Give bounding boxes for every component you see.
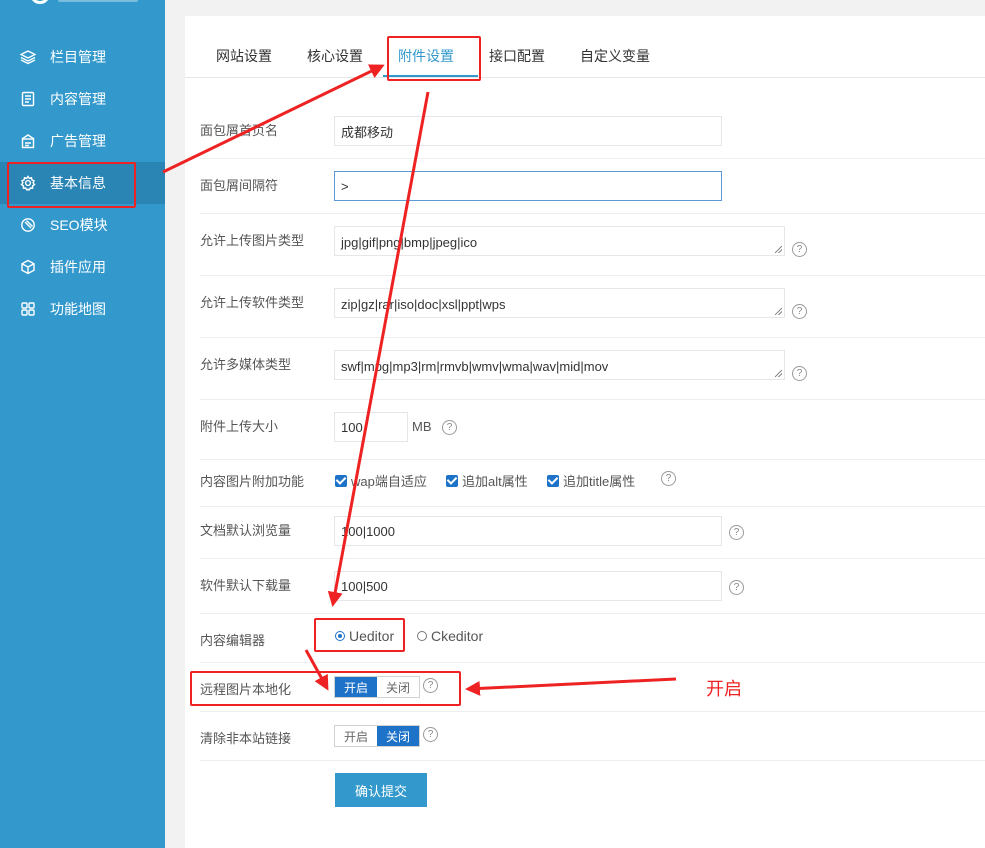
logo-icon [30, 0, 50, 4]
checkbox-title-attr[interactable]: 追加title属性 [547, 471, 635, 490]
layers-icon [20, 50, 36, 65]
sidebar-item-function-map[interactable]: 功能地图 [0, 288, 165, 330]
resize-handle-icon[interactable] [775, 308, 782, 315]
upload-size-unit: MB [412, 419, 432, 434]
row-divider [200, 213, 985, 214]
annotation-highlight-editor [314, 618, 405, 652]
grid-icon [21, 302, 35, 316]
row-divider [200, 275, 985, 276]
annotation-highlight-sidebar [7, 162, 136, 208]
checkbox-alt-attr[interactable]: 追加alt属性 [446, 471, 528, 490]
soft-types-textarea[interactable]: zip|gz|rar|iso|doc|xsl|ppt|wps [334, 288, 785, 318]
checkbox-label: wap端自适应 [351, 474, 427, 489]
row-divider [200, 711, 985, 712]
soft-types-label: 允许上传软件类型 [200, 295, 305, 310]
breadcrumb-home-label: 面包屑首页名 [200, 123, 279, 138]
sidebar-item-label: 内容管理 [50, 91, 106, 107]
tab-api-config[interactable]: 接口配置 [489, 46, 545, 66]
radio-unselected-icon [417, 631, 427, 641]
sidebar-item-label: 功能地图 [50, 301, 106, 317]
checkbox-checked-icon [335, 474, 347, 487]
row-divider [200, 399, 985, 400]
help-icon[interactable]: ? [442, 420, 457, 435]
annotation-highlight-remote-img [190, 671, 461, 706]
img-types-textarea[interactable]: jpg|gif|png|bmp|jpeg|ico [334, 226, 785, 256]
help-icon[interactable]: ? [661, 471, 676, 486]
media-types-textarea[interactable]: swf|mpg|mp3|rm|rmvb|wmv|wma|wav|mid|mov [334, 350, 785, 380]
img-types-value: jpg|gif|png|bmp|jpeg|ico [341, 235, 478, 250]
row-divider [200, 459, 985, 460]
row-divider [200, 158, 985, 159]
upload-size-label: 附件上传大小 [200, 419, 279, 434]
checkbox-checked-icon [446, 474, 458, 487]
default-downloads-label: 软件默认下载量 [200, 578, 292, 593]
help-icon[interactable]: ? [423, 727, 438, 742]
checkbox-label: 追加title属性 [563, 474, 636, 489]
checkbox-wap-adapt[interactable]: wap端自适应 [335, 471, 427, 490]
submit-button[interactable]: 确认提交 [335, 773, 427, 807]
checkbox-label: 追加alt属性 [462, 474, 528, 489]
radio-label: Ckeditor [431, 628, 484, 644]
default-views-label: 文档默认浏览量 [200, 523, 292, 538]
sidebar-item-ads[interactable]: 广告管理 [0, 120, 165, 162]
row-divider [200, 613, 985, 614]
sidebar-item-content[interactable]: 内容管理 [0, 78, 165, 120]
ad-icon [21, 134, 35, 149]
default-downloads-input[interactable]: 100|500 [334, 571, 722, 601]
resize-handle-icon[interactable] [775, 246, 782, 253]
row-divider [200, 506, 985, 507]
radio-ckeditor[interactable]: Ckeditor [417, 628, 483, 644]
annotation-highlight-tab [387, 36, 481, 81]
tab-site-settings[interactable]: 网站设置 [216, 46, 272, 66]
sidebar-item-label: SEO模块 [50, 217, 108, 233]
clear-links-off-option[interactable]: 关闭 [377, 726, 419, 746]
clear-links-on-option[interactable]: 开启 [335, 726, 377, 746]
help-icon[interactable]: ? [792, 366, 807, 381]
tab-core-settings[interactable]: 核心设置 [307, 46, 363, 66]
editor-label: 内容编辑器 [200, 633, 266, 648]
seo-icon [21, 218, 35, 232]
media-types-label: 允许多媒体类型 [200, 357, 292, 372]
logo-text [58, 0, 138, 2]
clear-links-toggle[interactable]: 开启 关闭 [334, 725, 420, 747]
upload-size-input[interactable]: 100 [334, 412, 408, 442]
help-icon[interactable]: ? [792, 242, 807, 257]
breadcrumb-sep-input[interactable]: > [334, 171, 722, 201]
soft-types-value: zip|gz|rar|iso|doc|xsl|ppt|wps [341, 297, 506, 312]
document-icon [21, 91, 35, 107]
img-extra-label: 内容图片附加功能 [200, 474, 305, 489]
row-divider [200, 760, 985, 761]
sidebar-item-label: 广告管理 [50, 133, 106, 149]
row-divider [200, 558, 985, 559]
annotation-callout: 开启 [706, 679, 742, 699]
breadcrumb-sep-label: 面包屑间隔符 [200, 178, 279, 193]
default-views-input[interactable]: 100|1000 [334, 516, 722, 546]
breadcrumb-home-input[interactable]: 成都移动 [334, 116, 722, 146]
sidebar-item-column[interactable]: 栏目管理 [0, 36, 165, 78]
sidebar: 栏目管理 内容管理 广告管理 基本信息 SEO模块 插件应用 功能地图 [0, 0, 165, 848]
media-types-value: swf|mpg|mp3|rm|rmvb|wmv|wma|wav|mid|mov [341, 359, 609, 374]
clear-links-label: 清除非本站链接 [200, 731, 292, 746]
row-divider [200, 337, 985, 338]
row-divider [200, 662, 985, 663]
tab-divider [185, 77, 985, 78]
sidebar-item-seo[interactable]: SEO模块 [0, 204, 165, 246]
sidebar-item-label: 栏目管理 [50, 49, 106, 65]
sidebar-item-plugins[interactable]: 插件应用 [0, 246, 165, 288]
checkbox-checked-icon [547, 474, 559, 487]
resize-handle-icon[interactable] [775, 370, 782, 377]
img-types-label: 允许上传图片类型 [200, 233, 305, 248]
help-icon[interactable]: ? [729, 525, 744, 540]
sidebar-item-label: 插件应用 [50, 259, 106, 275]
help-icon[interactable]: ? [729, 580, 744, 595]
help-icon[interactable]: ? [792, 304, 807, 319]
tab-custom-vars[interactable]: 自定义变量 [580, 46, 650, 66]
main-panel: 网站设置 核心设置 附件设置 接口配置 自定义变量 面包屑首页名 成都移动 面包… [185, 16, 985, 848]
cube-icon [21, 259, 35, 275]
